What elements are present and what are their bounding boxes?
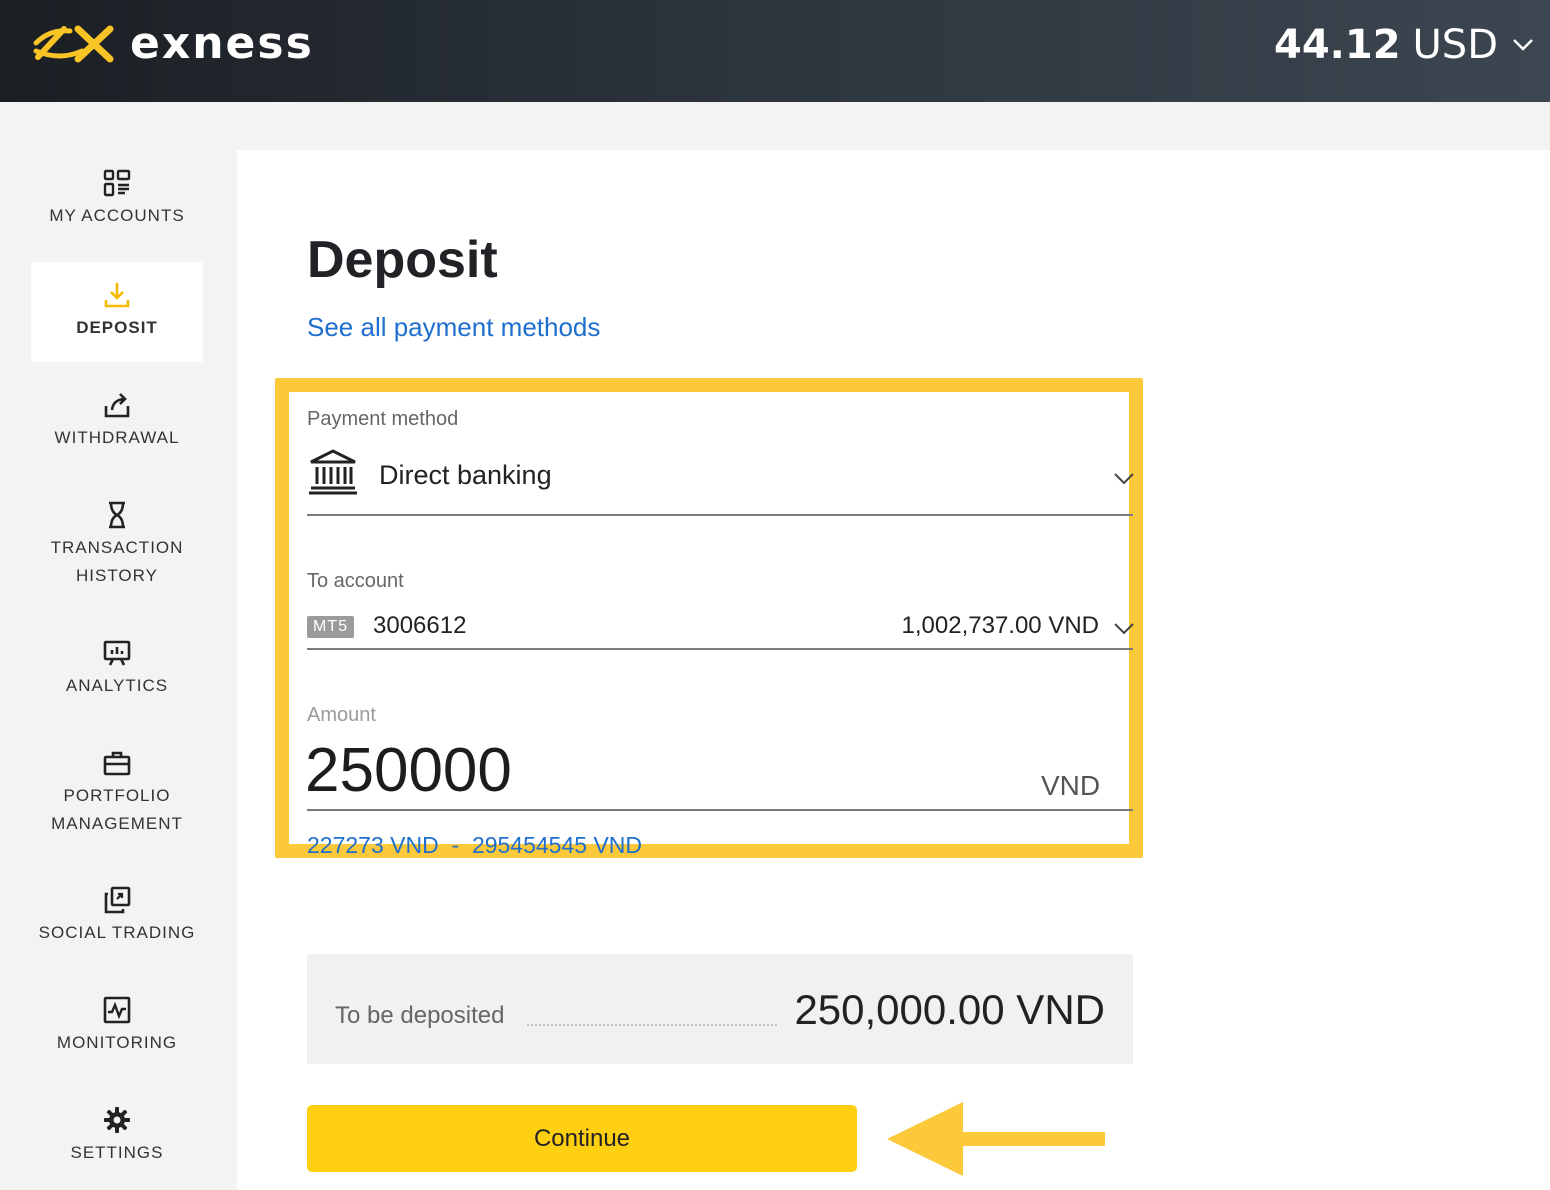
- payment-method-select[interactable]: Direct banking: [307, 448, 1134, 502]
- range-separator: -: [451, 832, 460, 858]
- sidebar-item-label-line2: MANAGEMENT: [51, 814, 183, 833]
- amount-label: Amount: [307, 704, 376, 726]
- sidebar-item-label-line1: PORTFOLIO: [63, 786, 171, 805]
- sidebar-item-label: WITHDRAWAL: [54, 428, 180, 447]
- bank-icon: [309, 449, 357, 495]
- sidebar-item-settings[interactable]: SETTINGS: [31, 1105, 203, 1167]
- sidebar-item-label: ANALYTICS: [65, 676, 169, 695]
- deposit-summary: To be deposited 250,000.00 VND: [307, 954, 1133, 1064]
- chevron-down-icon: [1513, 39, 1533, 51]
- sidebar-item-monitoring[interactable]: MONITORING: [31, 995, 203, 1057]
- download-tray-icon: [104, 283, 130, 308]
- balance-currency: USD: [1412, 22, 1498, 68]
- amount-underline: [307, 809, 1133, 811]
- account-type-badge: MT5: [307, 616, 354, 638]
- briefcase-icon: [103, 751, 131, 776]
- account-balance-dropdown[interactable]: 44.12 USD: [1274, 22, 1534, 68]
- hourglass-icon: [109, 501, 125, 529]
- sidebar-item-withdrawal[interactable]: WITHDRAWAL: [31, 390, 203, 452]
- amount-currency: VND: [1041, 770, 1101, 801]
- sidebar-item-deposit[interactable]: DEPOSIT: [31, 262, 203, 362]
- gear-icon: [104, 1107, 130, 1133]
- chevron-down-icon: [1114, 623, 1134, 635]
- payment-method-value: Direct banking: [379, 460, 552, 490]
- sidebar-item-label-line1: TRANSACTION: [50, 538, 184, 557]
- sidebar-item-analytics[interactable]: ANALYTICS: [31, 638, 203, 700]
- to-be-deposited-value: 250,000.00 VND: [794, 986, 1105, 1033]
- amount-input[interactable]: 250000: [305, 735, 512, 806]
- pointer-arrow-icon: [887, 1102, 1105, 1176]
- account-balance: 1,002,737.00 VND: [901, 612, 1099, 639]
- amount-min-link[interactable]: 227273 VND: [307, 832, 439, 858]
- sidebar-item-portfolio-management[interactable]: PORTFOLIO MANAGEMENT: [31, 748, 203, 838]
- dotted-leader: [527, 1024, 777, 1026]
- exness-logo-icon: [33, 25, 114, 63]
- copy-squares-icon: [104, 886, 131, 914]
- balance-amount: 44.12: [1274, 22, 1401, 68]
- to-be-deposited-label: To be deposited: [335, 1002, 505, 1029]
- to-account-select[interactable]: MT5 3006612 1,002,737.00 VND: [307, 610, 1134, 650]
- to-account-underline: [307, 648, 1133, 650]
- see-all-payment-methods-link[interactable]: See all payment methods: [307, 312, 600, 343]
- payment-method-underline: [307, 514, 1133, 516]
- to-account-label: To account: [307, 570, 404, 592]
- payment-method-label: Payment method: [307, 408, 459, 430]
- top-header: exness 44.12 USD: [0, 0, 1550, 102]
- sidebar-item-label: MONITORING: [56, 1033, 178, 1052]
- grid-list-icon: [103, 169, 131, 197]
- amount-limits: 227273 VND - 295454545 VND: [307, 832, 642, 859]
- page-title: Deposit: [307, 231, 498, 289]
- pulse-chart-icon: [103, 996, 131, 1024]
- sidebar-item-label: DEPOSIT: [76, 318, 158, 337]
- main-panel: Deposit See all payment methods Payment …: [237, 150, 1550, 1190]
- brand-logo[interactable]: exness: [30, 17, 314, 69]
- upload-share-icon: [104, 393, 130, 418]
- sidebar-item-label-line2: HISTORY: [76, 566, 158, 585]
- sidebar-item-my-accounts[interactable]: MY ACCOUNTS: [31, 168, 203, 230]
- brand-name: exness: [130, 17, 314, 69]
- continue-button[interactable]: Continue: [307, 1105, 857, 1172]
- amount-max-link[interactable]: 295454545 VND: [472, 832, 642, 858]
- sidebar-item-social-trading[interactable]: SOCIAL TRADING: [31, 885, 203, 947]
- chevron-down-icon: [1114, 473, 1134, 485]
- sidebar-item-label: MY ACCOUNTS: [49, 206, 185, 225]
- sidebar-item-transaction-history[interactable]: TRANSACTION HISTORY: [31, 500, 203, 590]
- account-number: 3006612: [373, 612, 467, 639]
- presentation-chart-icon: [103, 640, 131, 666]
- sidebar-item-label: SETTINGS: [70, 1143, 164, 1162]
- sidebar-item-label: SOCIAL TRADING: [38, 923, 196, 942]
